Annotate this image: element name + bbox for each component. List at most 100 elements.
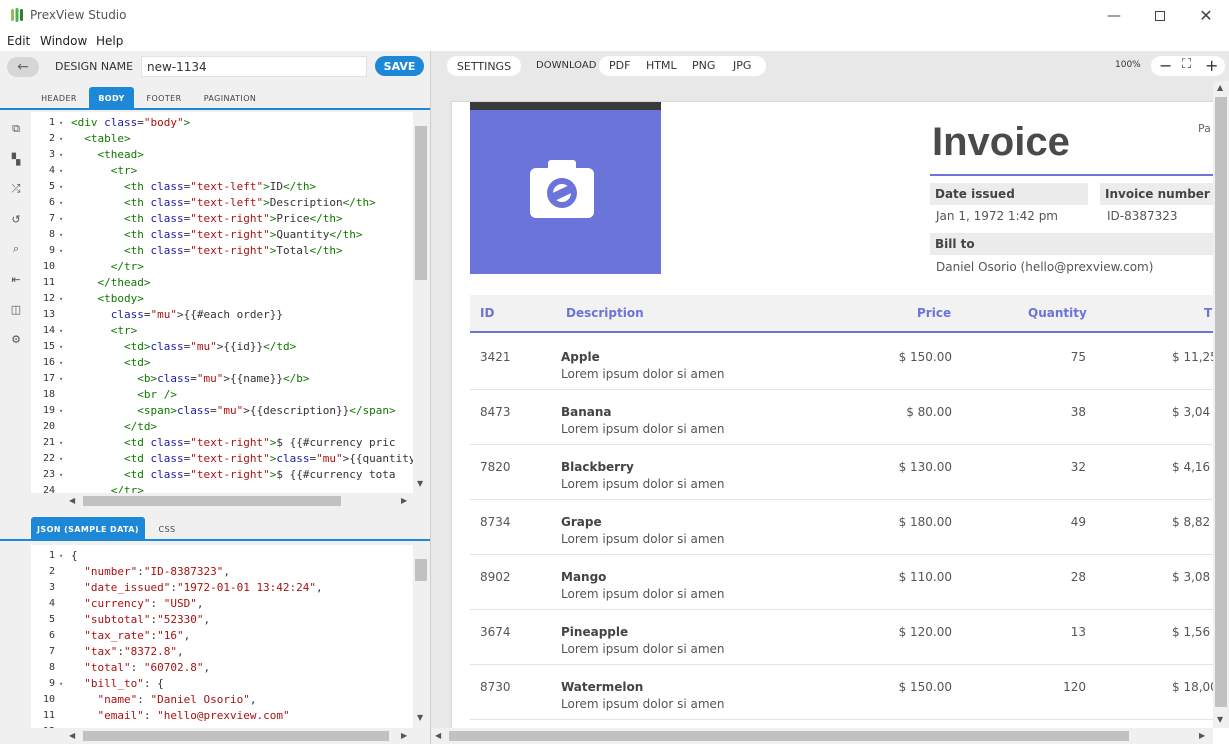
- menu-edit[interactable]: Edit: [7, 34, 30, 48]
- code-line[interactable]: 12 ▾ <tbody>: [31, 291, 413, 307]
- tab-pagination[interactable]: PAGINATION: [194, 87, 266, 110]
- tab-css[interactable]: CSS: [147, 517, 187, 541]
- code-line[interactable]: 8 "total": "60702.8",: [31, 660, 413, 676]
- fold-toggle-icon[interactable]: ▾: [59, 211, 63, 227]
- code-line[interactable]: 23 ▾ <td class="text-right">$ {{#currency…: [31, 467, 413, 483]
- code-line[interactable]: 18 <br />: [31, 387, 413, 403]
- download-png-button[interactable]: PNG: [692, 59, 715, 72]
- fold-toggle-icon[interactable]: ▾: [59, 179, 63, 195]
- fold-toggle-icon[interactable]: ▾: [59, 163, 63, 179]
- columns-icon[interactable]: ◫: [9, 302, 23, 316]
- settings-button[interactable]: SETTINGS: [447, 56, 521, 76]
- code-line[interactable]: 11 </thead>: [31, 275, 413, 291]
- fold-toggle-icon[interactable]: ▾: [59, 323, 63, 339]
- code-line[interactable]: 4 ▾ <tr>: [31, 163, 413, 179]
- code-line[interactable]: 13 class="mu">{{#each order}}: [31, 307, 413, 323]
- save-button[interactable]: SAVE: [375, 56, 424, 76]
- scroll-left-icon[interactable]: ◀: [69, 731, 75, 740]
- design-name-input[interactable]: [141, 56, 367, 77]
- fold-toggle-icon[interactable]: ▾: [59, 147, 63, 163]
- download-pdf-button[interactable]: PDF: [609, 59, 630, 72]
- fold-toggle-icon[interactable]: ▾: [59, 403, 63, 419]
- code-line[interactable]: 15 ▾ <td>class="mu">{{id}}</td>: [31, 339, 413, 355]
- scroll-thumb[interactable]: [415, 126, 427, 280]
- copy-icon[interactable]: ⧉: [9, 122, 23, 136]
- code-line[interactable]: 2 "number":"ID-8387323",: [31, 564, 413, 580]
- menu-help[interactable]: Help: [96, 34, 123, 48]
- fold-toggle-icon[interactable]: ▾: [59, 131, 63, 147]
- fold-toggle-icon[interactable]: ▾: [59, 548, 63, 564]
- code-line[interactable]: 21 ▾ <td class="text-right">$ {{#currency…: [31, 435, 413, 451]
- code-line[interactable]: 10 </tr>: [31, 259, 413, 275]
- html-editor-hscrollbar[interactable]: ◀ ▶: [67, 493, 413, 509]
- scroll-down-icon[interactable]: ▼: [417, 713, 423, 722]
- zoom-in-icon[interactable]: +: [1205, 56, 1218, 75]
- fold-toggle-icon[interactable]: ▾: [59, 451, 63, 467]
- scroll-left-icon[interactable]: ◀: [435, 731, 441, 740]
- fold-toggle-icon[interactable]: ▾: [59, 435, 63, 451]
- code-line[interactable]: 5 ▾ <th class="text-left">ID</th>: [31, 179, 413, 195]
- fold-toggle-icon[interactable]: ▾: [59, 195, 63, 211]
- fold-toggle-icon[interactable]: ▾: [59, 227, 63, 243]
- settings-icon[interactable]: ⚙: [9, 332, 23, 346]
- code-line[interactable]: 7 "tax":"8372.8",: [31, 644, 413, 660]
- fold-toggle-icon[interactable]: ▾: [59, 467, 63, 483]
- scroll-thumb[interactable]: [449, 731, 1129, 741]
- tab-body[interactable]: BODY: [89, 87, 134, 110]
- json-editor-hscrollbar[interactable]: ◀ ▶: [67, 728, 413, 744]
- code-line[interactable]: 6 ▾ <th class="text-left">Description</th…: [31, 195, 413, 211]
- code-line[interactable]: 7 ▾ <th class="text-right">Price</th>: [31, 211, 413, 227]
- fold-toggle-icon[interactable]: ▾: [59, 339, 63, 355]
- code-line[interactable]: 24 </tr>: [31, 483, 413, 493]
- close-window-button[interactable]: ✕: [1183, 0, 1229, 31]
- code-line[interactable]: 10 "name": "Daniel Osorio",: [31, 692, 413, 708]
- download-jpg-button[interactable]: JPG: [733, 59, 751, 72]
- code-line[interactable]: 3 ▾ <thead>: [31, 147, 413, 163]
- fold-toggle-icon[interactable]: ▾: [59, 371, 63, 387]
- code-line[interactable]: 1 ▾ {: [31, 548, 413, 564]
- code-line[interactable]: 8 ▾ <th class="text-right">Quantity</th>: [31, 227, 413, 243]
- shuffle-icon[interactable]: ⤮: [9, 182, 23, 196]
- code-line[interactable]: 20 </td>: [31, 419, 413, 435]
- json-code-editor[interactable]: 1 ▾{2 "number":"ID-8387323", 3 "date_issue…: [31, 545, 413, 728]
- menu-window[interactable]: Window: [40, 34, 87, 48]
- scroll-thumb[interactable]: [1215, 97, 1227, 707]
- scroll-up-icon[interactable]: ▲: [1217, 83, 1223, 92]
- indent-icon[interactable]: ⇤: [9, 272, 23, 286]
- code-line[interactable]: 6 "tax_rate":"16",: [31, 628, 413, 644]
- minimize-button[interactable]: —: [1091, 0, 1137, 31]
- fold-toggle-icon[interactable]: ▾: [59, 676, 63, 692]
- html-editor-vscrollbar[interactable]: ▼: [413, 112, 429, 493]
- code-line[interactable]: 3 "date_issued":"1972-01-01 13:42:24",: [31, 580, 413, 596]
- code-line[interactable]: 22 ▾ <td class="text-right">class="mu">{{…: [31, 451, 413, 467]
- code-line[interactable]: 16 ▾ <td>: [31, 355, 413, 371]
- code-line[interactable]: 5 "subtotal":"52330",: [31, 612, 413, 628]
- code-line[interactable]: 4 "currency": "USD",: [31, 596, 413, 612]
- fold-toggle-icon[interactable]: ▾: [59, 291, 63, 307]
- code-line[interactable]: 19 ▾ <span>class="mu">{{description}}</sp…: [31, 403, 413, 419]
- fold-toggle-icon[interactable]: ▾: [59, 115, 63, 131]
- preview-vscrollbar[interactable]: ▲ ▼: [1213, 81, 1229, 728]
- preview-hscrollbar[interactable]: ◀ ▶: [431, 728, 1213, 744]
- json-editor-vscrollbar[interactable]: ▼: [413, 545, 429, 728]
- maximize-button[interactable]: [1137, 0, 1183, 31]
- back-button[interactable]: ←: [7, 57, 39, 77]
- tab-json-sample-data[interactable]: JSON (SAMPLE DATA): [31, 517, 145, 541]
- zoom-out-icon[interactable]: −: [1159, 56, 1172, 75]
- scroll-down-icon[interactable]: ▼: [1217, 715, 1223, 724]
- scroll-thumb[interactable]: [415, 559, 427, 581]
- code-line[interactable]: 1 ▾ <div class="body">: [31, 115, 413, 131]
- fold-toggle-icon[interactable]: ▾: [59, 243, 63, 259]
- fold-toggle-icon[interactable]: ▾: [59, 355, 63, 371]
- code-line[interactable]: 11 "email": "hello@prexview.com": [31, 708, 413, 724]
- scroll-down-icon[interactable]: ▼: [417, 479, 423, 488]
- scroll-left-icon[interactable]: ◀: [69, 496, 75, 505]
- scroll-thumb[interactable]: [83, 731, 389, 741]
- blocks-icon[interactable]: ▚: [9, 152, 23, 166]
- code-line[interactable]: 17 ▾ <b>class="mu">{{name}}</b>: [31, 371, 413, 387]
- download-html-button[interactable]: HTML: [646, 59, 677, 72]
- scroll-right-icon[interactable]: ▶: [401, 731, 407, 740]
- tab-footer[interactable]: FOOTER: [136, 87, 192, 110]
- search-replace-icon[interactable]: ⌕: [9, 242, 23, 256]
- fit-screen-icon[interactable]: ⛶: [1182, 57, 1191, 72]
